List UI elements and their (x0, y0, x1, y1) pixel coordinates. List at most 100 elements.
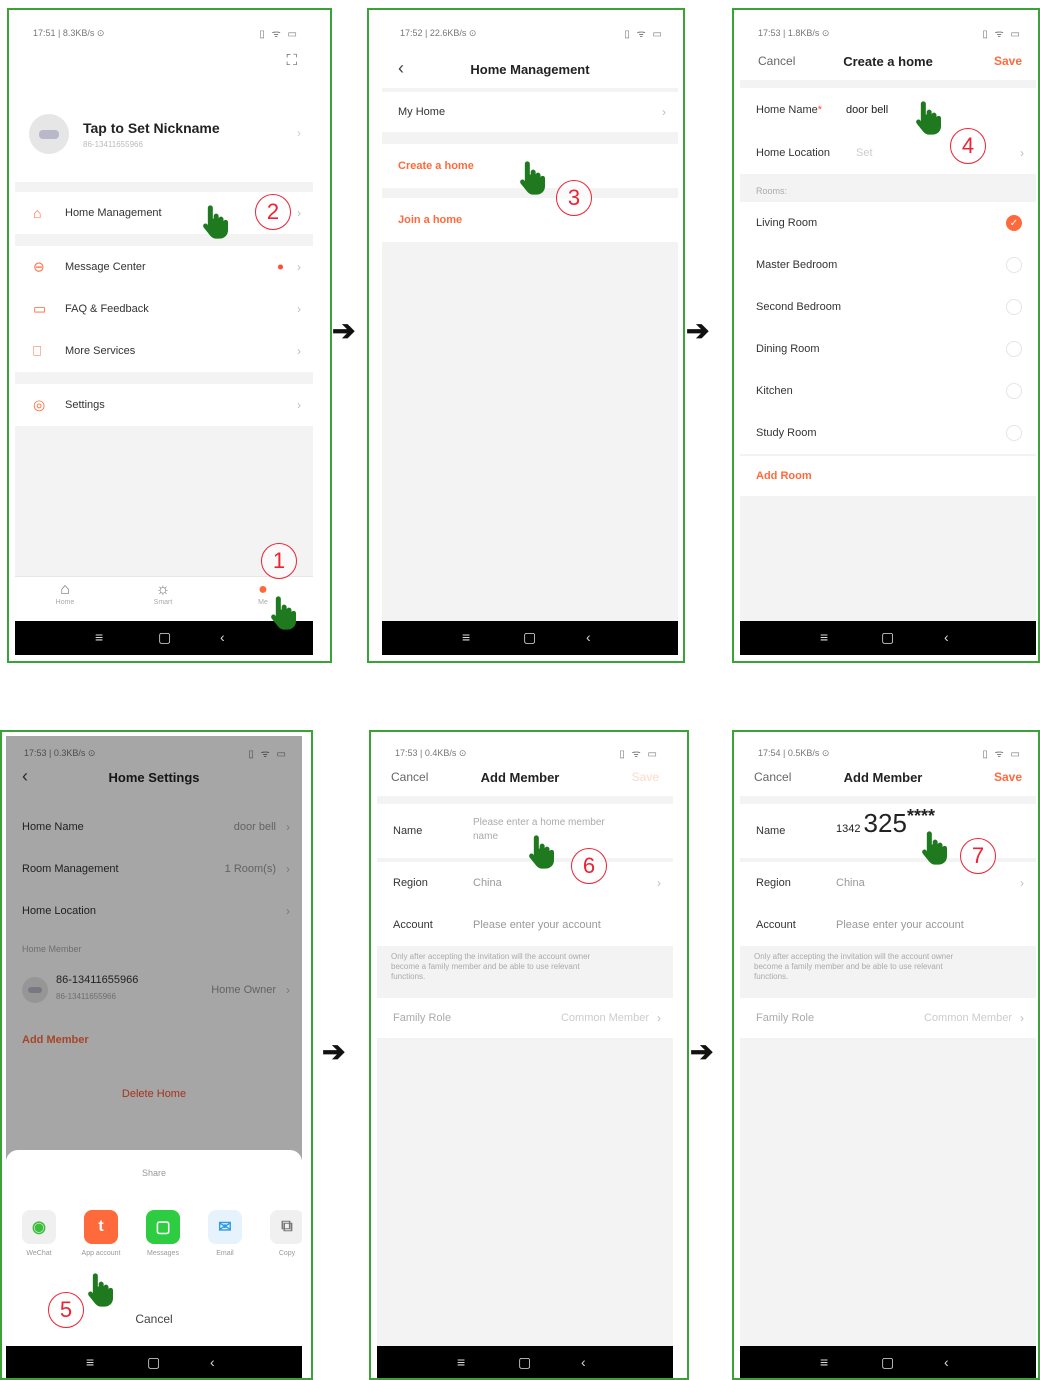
home-nav-icon[interactable]: ▢ (158, 629, 171, 646)
panel-create-home: 17:53 | 1.8KB/s ⊙ ▯ ᯤ ▭ Cancel Create a … (732, 8, 1040, 663)
gear-icon: ◎ (33, 396, 46, 413)
family-role-value: Common Member (923, 1012, 1012, 1024)
room-item[interactable]: Kitchen (740, 370, 1036, 412)
name-label: Name (756, 825, 786, 837)
room-name: Living Room (756, 217, 818, 229)
checked-circle-icon[interactable]: ✓ (1006, 215, 1022, 231)
page-header: Cancel Add Member Save (740, 760, 1036, 796)
room-item[interactable]: Second Bedroom (740, 286, 1036, 328)
chevron-right-icon: › (297, 398, 301, 412)
status-icons: ▯ ᯤ ▭ (624, 29, 664, 40)
system-nav-bar: ≡ ▢ ‹ (740, 1346, 1036, 1378)
back-nav-icon[interactable]: ‹ (581, 1354, 586, 1370)
room-item[interactable]: Master Bedroom (740, 244, 1036, 286)
menu-nav-icon[interactable]: ≡ (457, 1354, 465, 1370)
room-item[interactable]: Dining Room (740, 328, 1036, 370)
panel-home-settings: 17:53 | 0.3KB/s ⊙ ▯ ᯤ ▭ ‹ Home Settings … (0, 730, 313, 1380)
family-role-label: Family Role (393, 1012, 452, 1024)
share-label: App account (81, 1250, 121, 1257)
status-icons: ▯ ᯤ ▭ (619, 749, 659, 760)
menu-nav-icon[interactable]: ≡ (820, 629, 828, 645)
menu-nav-icon[interactable]: ≡ (86, 1354, 94, 1370)
modal-backdrop[interactable] (6, 736, 302, 1160)
status-time: 17:52 | 22.6KB/s ⊙ (400, 28, 477, 38)
menu-item-settings[interactable]: ◎ Settings › (15, 384, 313, 426)
home-nav-icon[interactable]: ▢ (147, 1354, 160, 1371)
add-room-button[interactable]: Add Room (740, 456, 1036, 496)
account-field[interactable]: Account Please enter your account (740, 904, 1036, 946)
join-home-button[interactable]: Join a home (382, 198, 678, 242)
note-line: functions. (391, 972, 426, 981)
system-nav-bar: ≡ ▢ ‹ (377, 1346, 673, 1378)
menu-nav-icon[interactable]: ≡ (95, 629, 103, 645)
list-item-my-home[interactable]: My Home › (382, 92, 678, 132)
back-nav-icon[interactable]: ‹ (210, 1354, 215, 1370)
share-copy-button[interactable]: ⧉ Copy (262, 1210, 302, 1257)
placeholder-line: Please enter a home member (473, 817, 605, 828)
chevron-right-icon: › (297, 126, 301, 140)
back-nav-icon[interactable]: ‹ (944, 629, 949, 645)
share-wechat-button[interactable]: ◉ WeChat (14, 1210, 64, 1257)
home-nav-icon[interactable]: ▢ (523, 629, 536, 646)
menu-item-more-services[interactable]: ⎕ More Services › (15, 330, 313, 372)
menu-label: FAQ & Feedback (65, 303, 149, 315)
room-item[interactable]: Living Room ✓ (740, 202, 1036, 244)
panel-me-page: 17:51 | 8.3KB/s ⊙ ▯ ᯤ ▭ ⛶ Tap to Set Nic… (7, 8, 332, 663)
avatar[interactable] (29, 114, 69, 154)
account-field[interactable]: Account Please enter your account (377, 904, 673, 946)
status-bar: 17:52 | 22.6KB/s ⊙ ▯ ᯤ ▭ (382, 16, 678, 52)
back-nav-icon[interactable]: ‹ (220, 629, 225, 645)
save-button[interactable]: Save (994, 770, 1022, 784)
unchecked-circle-icon[interactable] (1006, 299, 1022, 315)
name-value-prefix: 1342 (836, 823, 861, 835)
home-nav-icon[interactable]: ▢ (518, 1354, 531, 1371)
unchecked-circle-icon[interactable] (1006, 341, 1022, 357)
home-nav-icon[interactable]: ▢ (881, 1354, 894, 1371)
account-input[interactable]: Please enter your account (473, 919, 601, 931)
app-account-icon: t (84, 1210, 118, 1244)
phone-screen: 17:53 | 0.3KB/s ⊙ ▯ ᯤ ▭ ‹ Home Settings … (6, 736, 302, 1378)
back-nav-icon[interactable]: ‹ (586, 629, 591, 645)
unchecked-circle-icon[interactable] (1006, 425, 1022, 441)
back-nav-icon[interactable]: ‹ (944, 1354, 949, 1370)
menu-item-faq-feedback[interactable]: ▭ FAQ & Feedback › (15, 288, 313, 330)
share-label: WeChat (26, 1250, 52, 1257)
menu-nav-icon[interactable]: ≡ (820, 1354, 828, 1370)
room-item[interactable]: Study Room (740, 412, 1036, 454)
family-role-row[interactable]: Family Role Common Member › (377, 998, 673, 1038)
name-value-mask: **** (906, 806, 935, 826)
messages-glyph: ▢ (155, 1219, 171, 1236)
menu-nav-icon[interactable]: ≡ (462, 629, 470, 645)
room-name: Master Bedroom (756, 259, 838, 271)
system-nav-bar: ≡ ▢ ‹ (6, 1346, 302, 1378)
home-name-input[interactable]: door bell (846, 104, 888, 116)
menu-item-message-center[interactable]: ⊖ Message Center › (15, 246, 313, 288)
house-icon: ⌂ (33, 205, 42, 221)
chevron-right-icon: › (297, 260, 301, 274)
wechat-glyph: ◉ (32, 1219, 46, 1236)
panel-home-management: 17:52 | 22.6KB/s ⊙ ▯ ᯤ ▭ ‹ Home Manageme… (367, 8, 685, 663)
chevron-right-icon: › (1020, 146, 1024, 160)
share-messages-button[interactable]: ▢ Messages (138, 1210, 188, 1257)
nickname[interactable]: Tap to Set Nickname (83, 120, 220, 136)
step-number-badge: 1 (261, 543, 297, 579)
step-number-badge: 5 (48, 1292, 84, 1328)
home-name-field[interactable]: Home Name* door bell (740, 88, 1036, 132)
system-nav-bar: ≡ ▢ ‹ (382, 621, 678, 655)
account-input[interactable]: Please enter your account (836, 919, 964, 931)
region-row[interactable]: Region China › (740, 862, 1036, 904)
menu-label: Message Center (65, 261, 146, 273)
unchecked-circle-icon[interactable] (1006, 257, 1022, 273)
tab-home[interactable]: ⌂ Home (45, 581, 85, 606)
home-nav-icon[interactable]: ▢ (881, 629, 894, 646)
save-button[interactable]: Save (632, 770, 659, 784)
scan-icon[interactable]: ⛶ (286, 52, 297, 69)
share-email-button[interactable]: ✉ Email (200, 1210, 250, 1257)
family-role-row[interactable]: Family Role Common Member › (740, 998, 1036, 1038)
save-button[interactable]: Save (994, 54, 1022, 68)
unchecked-circle-icon[interactable] (1006, 383, 1022, 399)
tab-smart[interactable]: ☼ Smart (143, 581, 183, 606)
home-location-row[interactable]: Home Location Set › (740, 132, 1036, 174)
region-value: China (473, 877, 502, 889)
share-app-account-button[interactable]: t App account (76, 1210, 126, 1257)
